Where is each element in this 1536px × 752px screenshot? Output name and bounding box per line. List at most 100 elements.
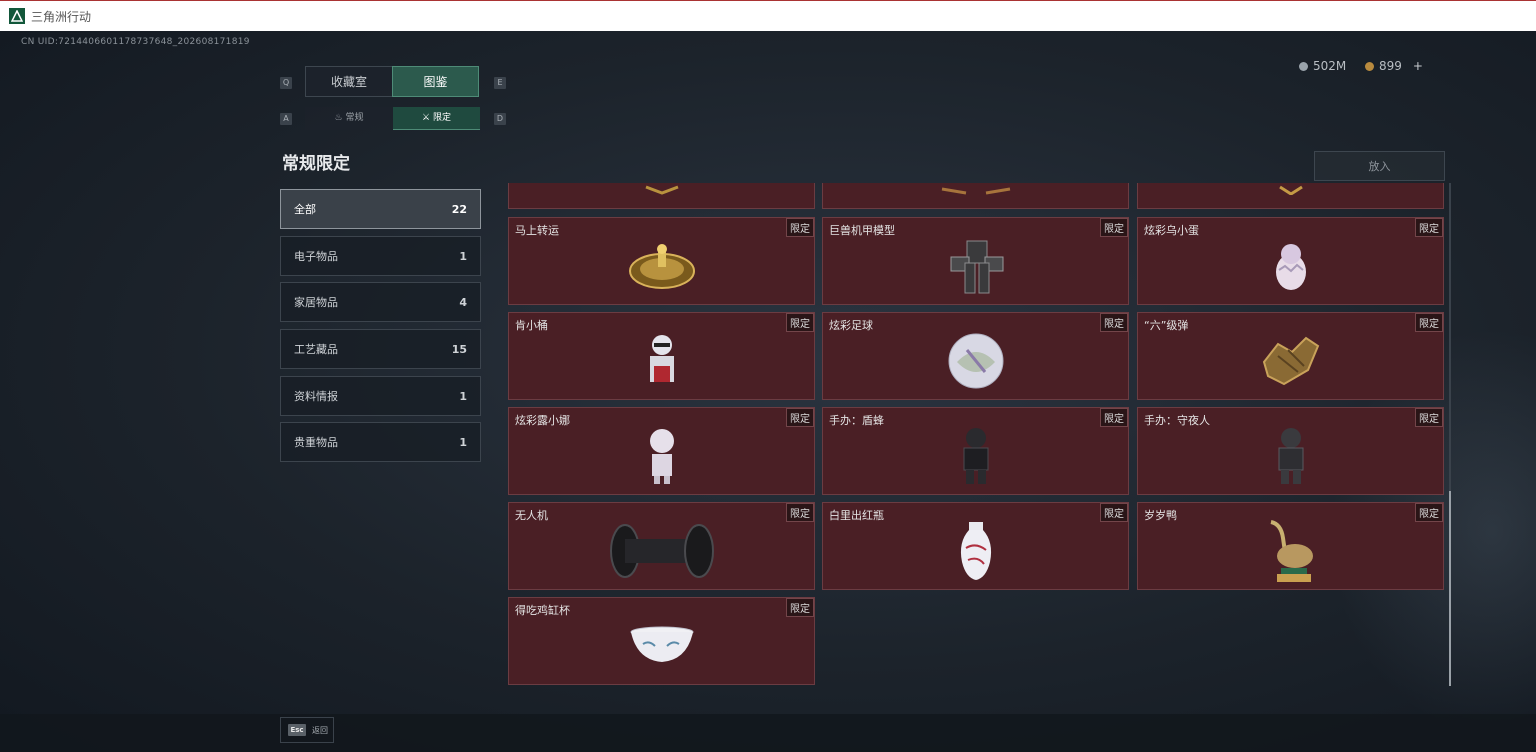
- category-crafts[interactable]: 工艺藏品 15: [280, 329, 481, 369]
- limited-badge: 限定: [1100, 503, 1128, 522]
- item-card[interactable]: 马上转运 限定: [508, 217, 815, 305]
- category-electronics[interactable]: 电子物品 1: [280, 236, 481, 276]
- category-label: 全部: [294, 203, 316, 216]
- item-name: 炫彩露小娜: [515, 414, 570, 427]
- doll-figure-icon: [649, 429, 674, 484]
- limited-badge: 限定: [1415, 313, 1443, 332]
- category-valuables[interactable]: 贵重物品 1: [280, 422, 481, 462]
- category-label: 资料情报: [294, 390, 338, 403]
- mech-model-icon: [950, 240, 1003, 294]
- item-name: 马上转运: [515, 224, 559, 237]
- item-name: 巨兽机甲模型: [829, 224, 895, 237]
- esc-key-icon: Esc: [288, 724, 306, 736]
- soldier-figure-icon: [963, 428, 988, 484]
- fire-icon: ♨: [334, 113, 343, 123]
- item-card[interactable]: 炫彩露小娜 限定: [508, 407, 815, 495]
- limited-badge: 限定: [786, 598, 814, 617]
- category-count: 22: [451, 202, 467, 216]
- item-card[interactable]: [1137, 183, 1444, 209]
- subtab-regular[interactable]: ♨ 常规: [305, 107, 393, 130]
- category-count: 4: [459, 295, 467, 309]
- limited-badge: 限定: [1100, 313, 1128, 332]
- window-title: 三角洲行动: [31, 9, 92, 24]
- limited-badge: 限定: [1100, 408, 1128, 427]
- limited-badge: 限定: [786, 313, 814, 332]
- hatching-egg-icon: [1275, 244, 1306, 290]
- item-card[interactable]: 炫彩足球 限定: [822, 312, 1129, 400]
- item-card[interactable]: 炫彩乌小蛋 限定: [1137, 217, 1444, 305]
- limited-badge: 限定: [786, 408, 814, 427]
- grid-scrollbar-thumb[interactable]: [1449, 491, 1451, 686]
- silver-coin-icon: [1299, 61, 1308, 71]
- limited-badge: 限定: [1415, 218, 1443, 237]
- limited-badge: 限定: [1100, 218, 1128, 237]
- drone-roller-icon: [609, 524, 714, 578]
- key-hint-e: E: [494, 77, 506, 89]
- limited-badge: 限定: [786, 503, 814, 522]
- key-hint-q: Q: [280, 77, 292, 89]
- key-hint-a: A: [280, 113, 292, 125]
- limited-badge: 限定: [786, 218, 814, 237]
- porcelain-bowl-icon: [630, 626, 693, 662]
- item-name: “六”级弹: [1144, 319, 1189, 332]
- item-card[interactable]: 岁岁鸭 限定: [1137, 502, 1444, 590]
- item-card[interactable]: 手办：盾蜂 限定: [822, 407, 1129, 495]
- item-name: 肯小桶: [515, 319, 548, 332]
- item-card[interactable]: [508, 183, 815, 209]
- put-in-button[interactable]: 放入: [1314, 151, 1445, 181]
- app-logo-icon: [9, 8, 25, 24]
- item-card[interactable]: 无人机 限定: [508, 502, 815, 590]
- golden-hand-icon: [1262, 336, 1319, 386]
- category-count: 1: [459, 249, 467, 263]
- category-label: 工艺藏品: [294, 343, 338, 356]
- figurine-icon: [649, 335, 674, 382]
- silver-amount: 502M: [1313, 59, 1347, 73]
- category-label: 家居物品: [294, 296, 338, 309]
- tab-codex[interactable]: 图鉴: [392, 66, 479, 97]
- item-card[interactable]: “六”级弹 限定: [1137, 312, 1444, 400]
- crossed-swords-icon: ⚔: [422, 113, 431, 123]
- gold-amount: 899: [1379, 59, 1402, 73]
- item-name: 手办：守夜人: [1144, 414, 1210, 427]
- limited-badge: 限定: [1415, 503, 1443, 522]
- subtab-regular-label: 常规: [345, 113, 364, 123]
- item-name: 白里出红瓶: [829, 509, 884, 522]
- soldier-figure-icon: [1278, 428, 1303, 484]
- window-titlebar: 三角洲行动: [0, 0, 1536, 31]
- game-screen: CN UID:7214406601178737648_202608171819 …: [0, 31, 1536, 752]
- duck-statue-icon: [1269, 520, 1313, 582]
- add-currency-button[interactable]: +: [1413, 59, 1423, 73]
- user-uid: CN UID:7214406601178737648_202608171819: [21, 37, 250, 47]
- gold-currency[interactable]: 899 +: [1365, 59, 1423, 73]
- item-card[interactable]: 手办：守夜人 限定: [1137, 407, 1444, 495]
- category-intel[interactable]: 资料情报 1: [280, 376, 481, 416]
- section-title: 常规限定: [282, 154, 350, 174]
- gold-item-icon: [941, 187, 1010, 195]
- category-count: 15: [451, 342, 467, 356]
- item-card[interactable]: 得吃鸡缸杯 限定: [508, 597, 815, 685]
- tab-collection-room[interactable]: 收藏室: [305, 66, 393, 97]
- category-count: 1: [459, 435, 467, 449]
- category-household[interactable]: 家居物品 4: [280, 282, 481, 322]
- porcelain-vase-icon: [960, 522, 991, 580]
- item-card[interactable]: 巨兽机甲模型 限定: [822, 217, 1129, 305]
- item-name: 无人机: [515, 509, 548, 522]
- item-name: 岁岁鸭: [1144, 509, 1177, 522]
- subtab-limited[interactable]: ⚔ 限定: [393, 107, 480, 130]
- item-name: 得吃鸡缸杯: [515, 604, 570, 617]
- gold-item-icon: [644, 185, 679, 195]
- category-label: 贵重物品: [294, 436, 338, 449]
- golden-compass-icon: [628, 244, 695, 289]
- gold-coin-icon: [1365, 61, 1374, 71]
- key-hint-d: D: [494, 113, 506, 125]
- item-name: 炫彩乌小蛋: [1144, 224, 1199, 237]
- soccer-ball-icon: [948, 333, 1003, 389]
- category-all[interactable]: 全部 22: [280, 189, 481, 229]
- gold-item-icon: [1278, 185, 1303, 195]
- item-card[interactable]: 白里出红瓶 限定: [822, 502, 1129, 590]
- subtab-limited-label: 限定: [432, 113, 451, 123]
- item-card[interactable]: [822, 183, 1129, 209]
- bottom-bar: [0, 714, 1536, 752]
- item-card[interactable]: 肯小桶 限定: [508, 312, 815, 400]
- limited-badge: 限定: [1415, 408, 1443, 427]
